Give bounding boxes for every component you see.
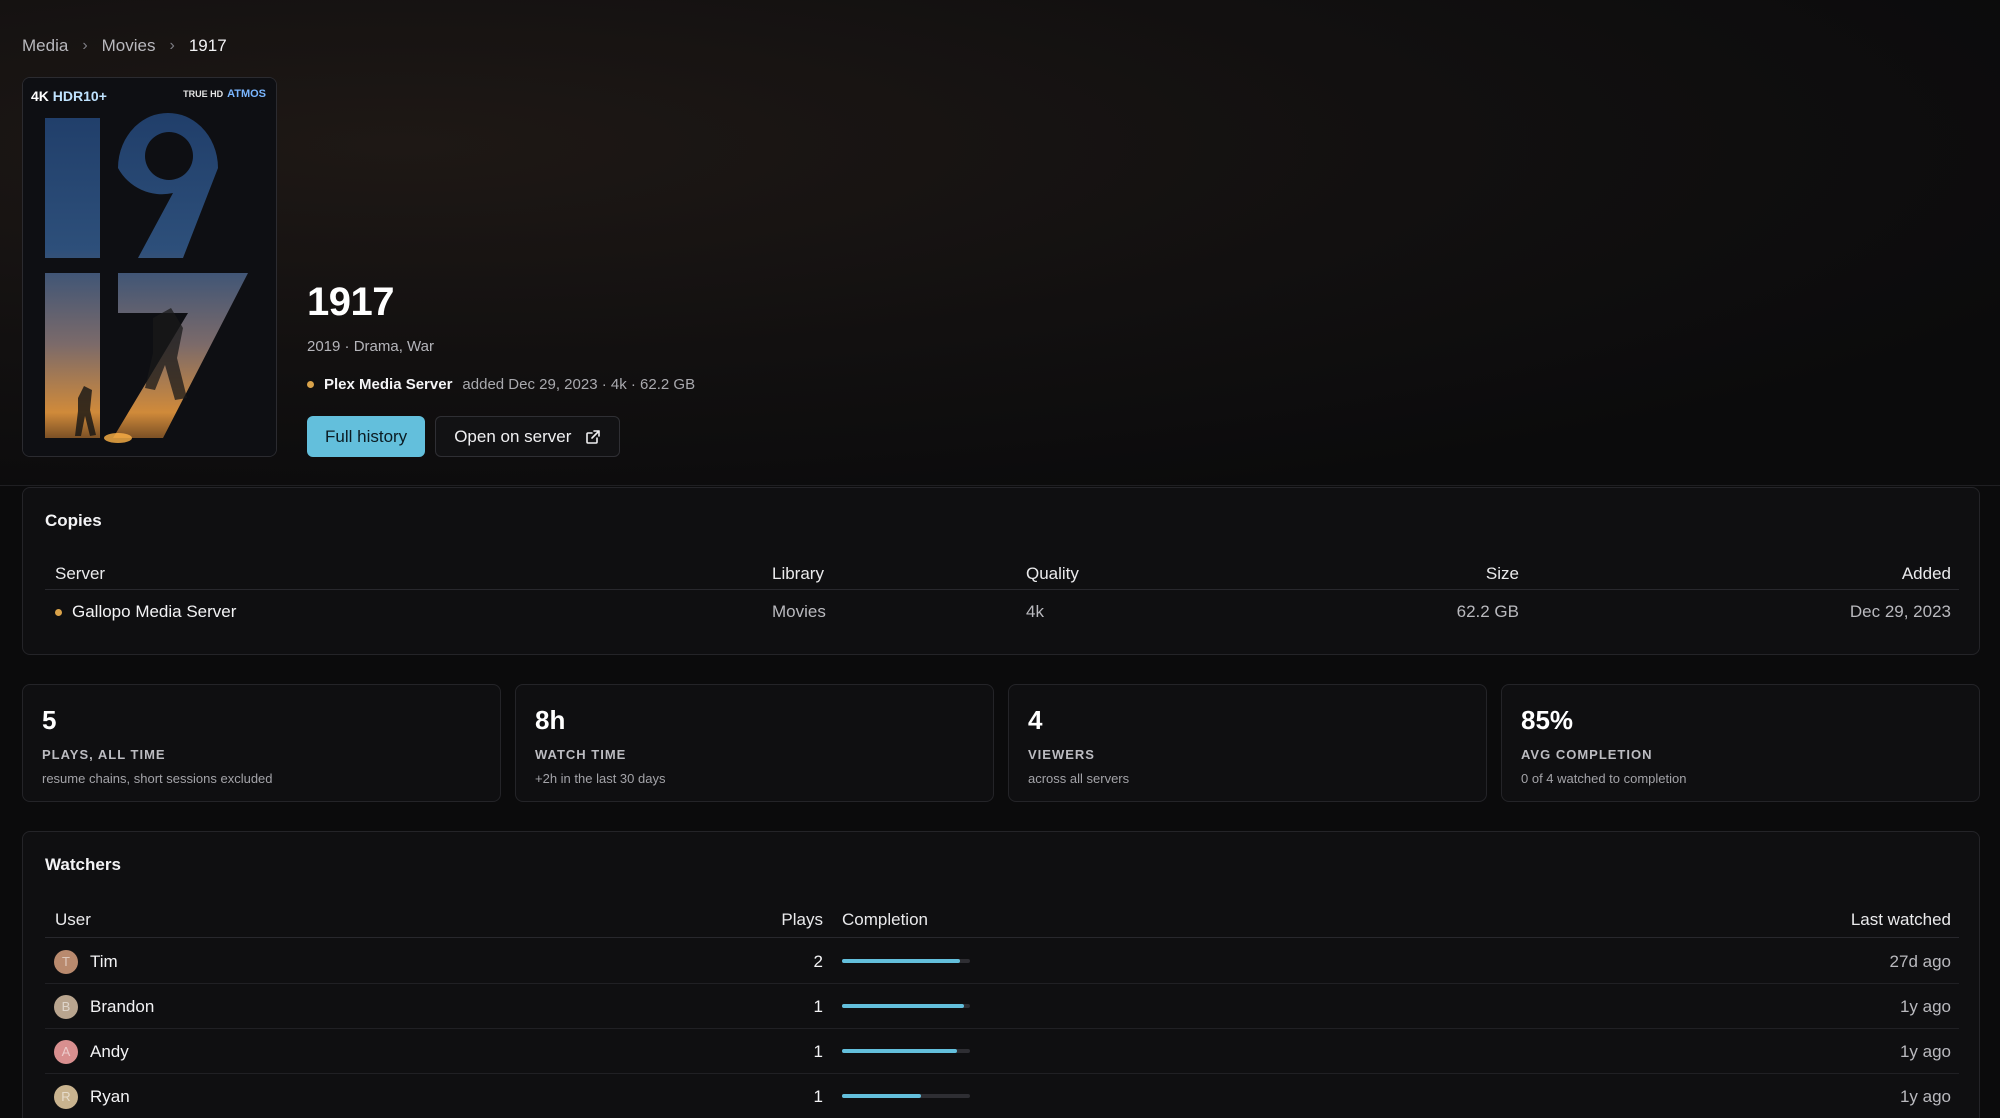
completion-bar-fill <box>842 1094 922 1098</box>
col-added[interactable]: Added <box>1902 560 1951 588</box>
table-row[interactable]: A Andy 1 1y ago <box>45 1029 1959 1074</box>
breadcrumb-media[interactable]: Media <box>22 36 68 56</box>
chevron-right-icon: › <box>169 37 175 54</box>
atmos-badge: TRUE HD ATMOS <box>183 88 266 100</box>
table-row[interactable]: T Tim 2 27d ago <box>45 939 1959 984</box>
avatar: R <box>54 1085 78 1109</box>
col-last-watched[interactable]: Last watched <box>1851 902 1951 938</box>
col-plays[interactable]: Plays <box>781 902 823 938</box>
stat-label: PLAYS, ALL TIME <box>42 747 166 762</box>
col-user[interactable]: User <box>55 902 91 938</box>
page-title: 1917 <box>307 280 394 324</box>
completion-bar-fill <box>842 1004 964 1008</box>
full-history-button[interactable]: Full history <box>307 416 426 457</box>
stat-subtext: resume chains, short sessions excluded <box>42 771 273 786</box>
watcher-name: Tim <box>90 952 118 971</box>
hdr-badge: 4K HDR10+ <box>31 88 107 104</box>
watcher-plays: 1 <box>813 997 823 1016</box>
watcher-plays: 1 <box>813 1042 823 1061</box>
copies-title: Copies <box>45 511 102 530</box>
col-quality[interactable]: Quality <box>1026 560 1079 588</box>
copies-card: Copies Server Library Quality Size Added… <box>22 487 1980 655</box>
watchers-title: Watchers <box>45 855 121 874</box>
stat-subtext: 0 of 4 watched to completion <box>1521 771 1687 786</box>
poster-artwork <box>23 78 276 456</box>
open-on-server-button[interactable]: Open on server <box>435 416 621 457</box>
copy-server-cell: Gallopo Media Server <box>55 592 236 632</box>
avatar: T <box>54 950 78 974</box>
completion-bar <box>842 1049 970 1053</box>
action-buttons: Full history Open on server <box>307 416 621 457</box>
stat-value: 4 <box>1028 705 1043 735</box>
completion-bar-fill <box>842 1049 958 1053</box>
copy-added: Dec 29, 2023 <box>1849 602 1951 621</box>
watcher-last-watched: 1y ago <box>1899 1042 1951 1061</box>
completion-bar <box>842 1004 970 1008</box>
movie-poster: 4K HDR10+ TRUE HD ATMOS <box>22 77 277 457</box>
watchers-table-header: User Plays Completion Last watched <box>45 902 1959 938</box>
watcher-last-watched: 27d ago <box>1889 952 1951 971</box>
server-details: added Dec 29, 2023 · 4k · 62.2 GB <box>462 376 696 393</box>
chevron-right-icon: › <box>82 37 88 54</box>
table-row[interactable]: Gallopo Media Server Movies 4k 62.2 GB D… <box>45 592 1959 632</box>
stat-watch-time: 8h WATCH TIME +2h in the last 30 days <box>515 684 994 802</box>
watchers-card: Watchers User Plays Completion Last watc… <box>22 831 1980 1118</box>
watcher-plays: 1 <box>813 1087 823 1106</box>
stat-value: 85% <box>1521 705 1574 735</box>
completion-bar <box>842 959 970 963</box>
col-size[interactable]: Size <box>1486 560 1519 588</box>
stat-label: VIEWERS <box>1028 747 1095 762</box>
stat-label: AVG COMPLETION <box>1521 747 1653 762</box>
movie-meta: 2019 · Drama, War <box>307 338 434 355</box>
open-on-server-label: Open on server <box>454 426 572 446</box>
stat-plays: 5 PLAYS, ALL TIME resume chains, short s… <box>22 684 501 802</box>
table-row[interactable]: B Brandon 1 1y ago <box>45 984 1959 1029</box>
copy-size: 62.2 GB <box>1456 602 1519 621</box>
server-status-dot <box>55 608 62 616</box>
external-link-icon <box>586 429 601 444</box>
server-name[interactable]: Plex Media Server <box>324 376 452 393</box>
stat-viewers: 4 VIEWERS across all servers <box>1008 684 1487 802</box>
copy-server-name: Gallopo Media Server <box>72 602 237 621</box>
col-server[interactable]: Server <box>55 560 105 588</box>
breadcrumb-movies[interactable]: Movies <box>102 36 156 56</box>
breadcrumb: Media › Movies › 1917 <box>22 34 227 58</box>
watcher-name: Ryan <box>90 1087 130 1106</box>
stat-avg-completion: 85% AVG COMPLETION 0 of 4 watched to com… <box>1501 684 1980 802</box>
stat-label: WATCH TIME <box>535 747 627 762</box>
full-history-label: Full history <box>325 426 408 446</box>
watcher-last-watched: 1y ago <box>1899 997 1951 1016</box>
col-library[interactable]: Library <box>772 560 824 588</box>
stat-value: 5 <box>42 705 57 735</box>
server-status-dot <box>307 381 314 388</box>
stat-value: 8h <box>535 705 566 735</box>
watcher-name: Andy <box>90 1042 129 1061</box>
table-row[interactable]: R Ryan 1 1y ago <box>45 1074 1959 1118</box>
avatar: B <box>54 995 78 1019</box>
watcher-plays: 2 <box>813 952 823 971</box>
copy-quality: 4k <box>1026 602 1044 621</box>
completion-bar-fill <box>842 959 960 963</box>
stat-subtext: across all servers <box>1028 771 1130 786</box>
copies-table-header: Server Library Quality Size Added <box>45 560 1959 590</box>
avatar: A <box>54 1040 78 1064</box>
server-line: Plex Media Server added Dec 29, 2023 · 4… <box>307 376 695 393</box>
watcher-name: Brandon <box>90 997 155 1016</box>
hero-background <box>0 0 2000 486</box>
completion-bar <box>842 1094 970 1098</box>
copy-library: Movies <box>772 602 826 621</box>
watcher-last-watched: 1y ago <box>1899 1087 1951 1106</box>
col-completion[interactable]: Completion <box>842 902 928 938</box>
stat-subtext: +2h in the last 30 days <box>535 771 666 786</box>
breadcrumb-current: 1917 <box>188 36 227 55</box>
title-block: 1917 <box>307 280 394 325</box>
